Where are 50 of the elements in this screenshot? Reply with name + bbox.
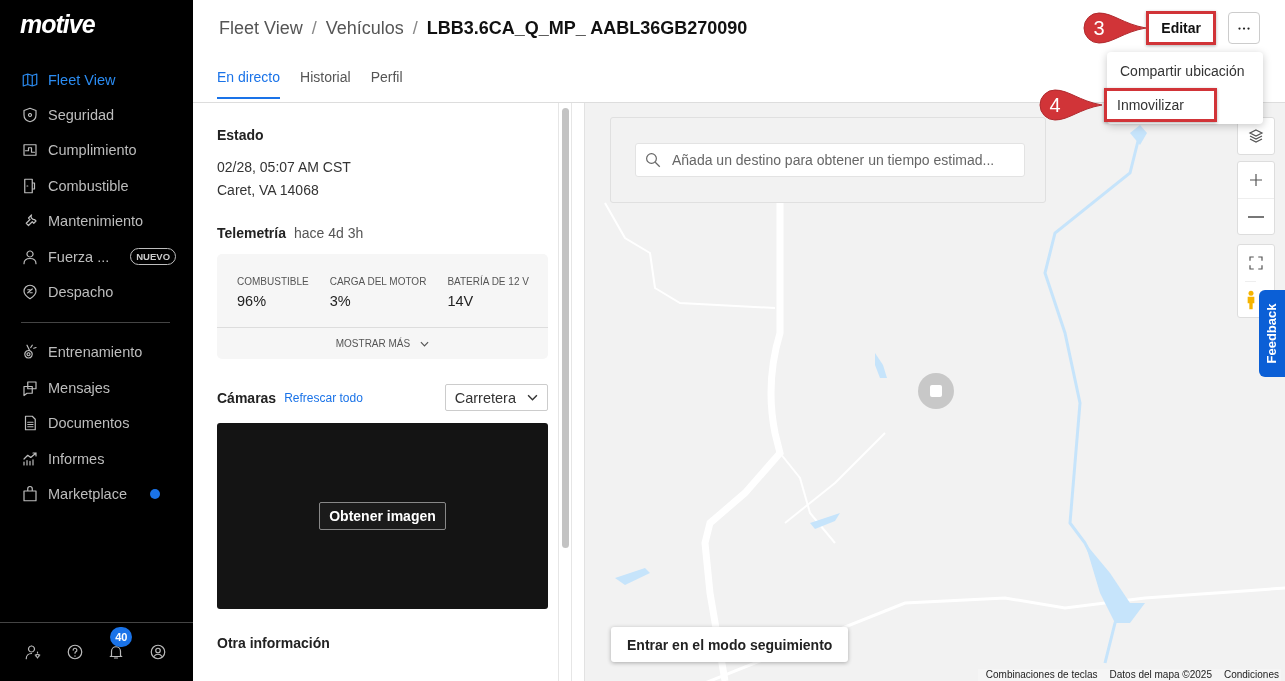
section-heading: Cámaras: [217, 389, 277, 406]
menu-item[interactable]: Compartir ubicación: [1107, 54, 1263, 88]
breadcrumb-separator: /: [311, 17, 317, 39]
refresh-link[interactable]: Refrescar todo: [284, 390, 363, 405]
step-callout: 3: [1083, 12, 1147, 44]
status-text: Caret, VA 14068: [217, 182, 320, 198]
section-heading: Otra información: [217, 635, 331, 651]
camera-select[interactable]: Carretera: [444, 384, 548, 411]
sidebar-item[interactable]: Marketplace: [0, 476, 193, 512]
vehicle-title: LBB3.6CA_Q_MP_ AABL36GB270090: [426, 17, 748, 39]
sidebar-item[interactable]: Fleet View: [0, 62, 193, 98]
metric-label: COMBUSTIBLE: [237, 276, 309, 287]
map-footer-link[interactable]: Combinaciones de teclas: [985, 669, 1098, 680]
metric-value: 3%: [329, 293, 352, 309]
sidebar-item[interactable]: Documentos: [0, 405, 193, 441]
map-footer-link[interactable]: Datos del mapa ©2025: [1109, 669, 1212, 680]
metric-value: 14V: [447, 293, 475, 309]
notification-count: 40: [110, 627, 133, 647]
sidebar-item[interactable]: Informes: [0, 440, 193, 477]
logo: motive: [20, 10, 95, 40]
sidebar-item[interactable]: Cumplimiento: [0, 132, 193, 169]
sidebar-item[interactable]: Entrenamiento: [0, 334, 193, 371]
breadcrumb-link[interactable]: Fleet View: [219, 17, 303, 39]
section-heading: Telemetría: [217, 225, 286, 241]
breadcrumb-link[interactable]: Vehículos: [325, 17, 404, 39]
tab[interactable]: Historial: [300, 69, 351, 99]
sidebar-item[interactable]: Mensajes: [0, 370, 193, 406]
section-heading: Estado: [217, 127, 265, 143]
telemetry-age: hace 4d 3h: [294, 225, 364, 241]
tab[interactable]: Perfil: [370, 69, 403, 99]
metric-label: BATERÍA DE 12 V: [447, 276, 529, 287]
menu-item[interactable]: Inmovilizar: [1104, 88, 1217, 122]
sidebar-item[interactable]: Combustible: [0, 168, 193, 204]
destination-search-field[interactable]: Añada un destino para obtener un tiempo estimad...: [635, 143, 1025, 177]
map-footer-link[interactable]: Condiciones: [1223, 669, 1279, 680]
sidebar-item[interactable]: Mantenimiento: [0, 203, 193, 239]
sidebar-item[interactable]: Fuerza ... NUEVO: [0, 238, 193, 275]
status-text: 02/28, 05:07 AM CST: [217, 159, 352, 175]
sidebar-item[interactable]: Despacho: [0, 274, 193, 310]
breadcrumb-separator: /: [412, 17, 418, 39]
metric-value: 96%: [237, 293, 268, 309]
sidebar-item[interactable]: Seguridad: [0, 97, 193, 133]
feedback-tab[interactable]: Feedback: [1259, 290, 1285, 377]
edit-button[interactable]: Editar: [1146, 11, 1216, 45]
tab[interactable]: En directo: [217, 69, 281, 99]
capture-button[interactable]: Obtener imagen: [319, 502, 446, 530]
metric-label: CARGA DEL MOTOR: [329, 276, 427, 287]
step-callout: 4: [1039, 89, 1103, 121]
follow-mode-button[interactable]: Entrar en el modo seguimiento: [611, 627, 849, 662]
show-more-button[interactable]: MOSTRAR MÁS: [217, 327, 548, 359]
